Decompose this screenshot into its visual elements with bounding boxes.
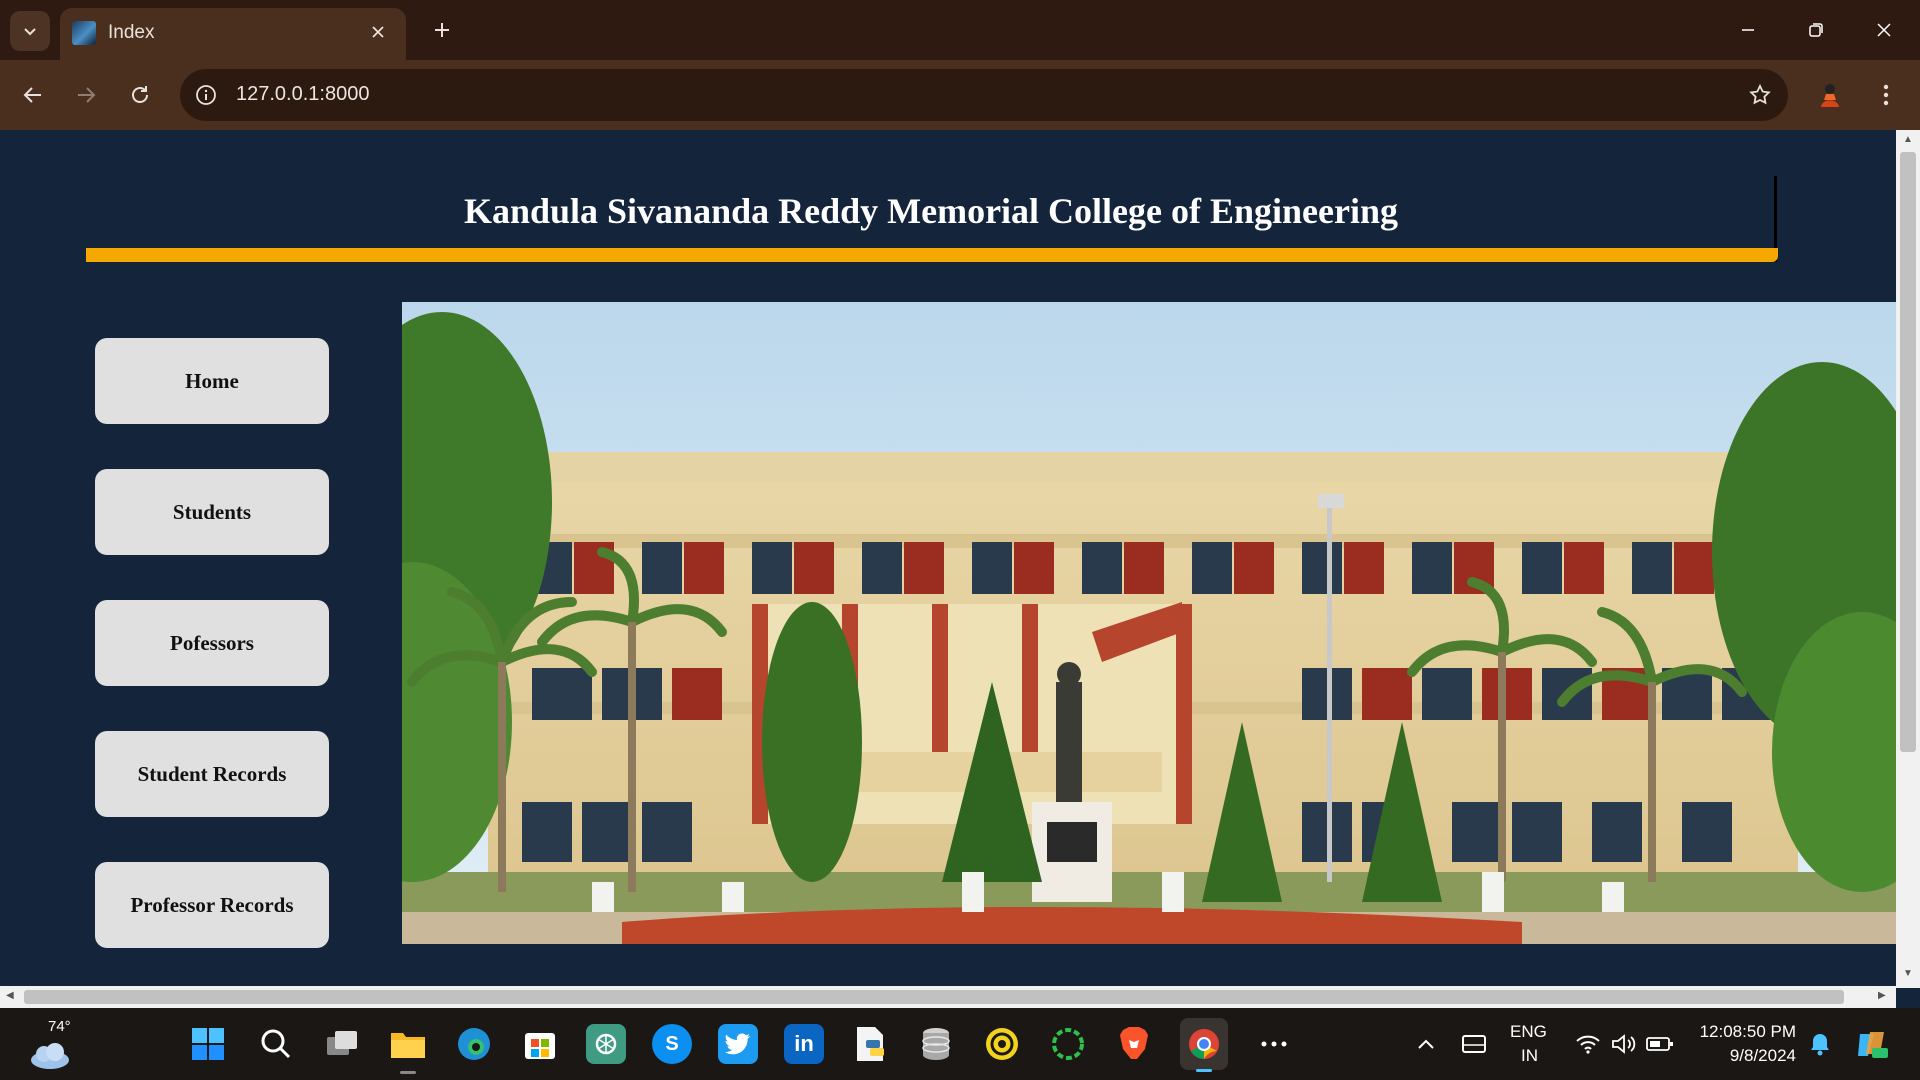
chevron-up-icon[interactable] (1406, 1024, 1446, 1064)
vertical-scrollbar[interactable]: ▲ ▼ (1896, 130, 1920, 988)
loading-circle-app-icon[interactable] (1048, 1024, 1088, 1064)
college-building-photo (402, 302, 1896, 944)
browser-menu-icon[interactable] (1868, 75, 1904, 115)
tab-search-button[interactable] (10, 11, 50, 51)
bookmark-star-icon[interactable] (1746, 81, 1774, 109)
clock-time[interactable]: 12:08:50 PM (1690, 1022, 1796, 1042)
close-window-button[interactable] (1862, 12, 1906, 48)
minimize-button[interactable] (1726, 12, 1770, 48)
skype-icon[interactable]: S (652, 1024, 692, 1064)
nav-professors-button[interactable]: Pofessors (95, 600, 329, 686)
python-file-icon[interactable] (850, 1024, 890, 1064)
active-indicator (1196, 1069, 1212, 1072)
restore-icon (1809, 23, 1823, 37)
address-bar[interactable]: 127.0.0.1:8000 (180, 69, 1788, 121)
nav-home-button[interactable]: Home (95, 338, 329, 424)
close-icon (372, 26, 384, 38)
scroll-down-arrow-icon[interactable]: ▼ (1903, 968, 1913, 979)
weather-widget[interactable]: 74° (26, 1018, 76, 1072)
plus-icon (435, 23, 449, 37)
more-apps-icon[interactable] (1254, 1024, 1294, 1064)
nav-student-records-button[interactable]: Student Records (95, 731, 329, 817)
back-button[interactable] (13, 75, 53, 115)
gear-app-icon[interactable] (982, 1024, 1022, 1064)
reload-button[interactable] (120, 75, 160, 115)
edge-browser-icon[interactable] (454, 1024, 494, 1064)
region-indicator[interactable]: IN (1521, 1046, 1538, 1066)
start-menu-icon[interactable] (188, 1024, 228, 1064)
running-indicator (400, 1071, 416, 1074)
url-text[interactable]: 127.0.0.1:8000 (236, 83, 369, 106)
tab-title: Index (108, 22, 155, 43)
task-view-icon[interactable] (322, 1024, 362, 1064)
college-building-image (402, 302, 1896, 944)
windows-taskbar: 74° S in ENG IN 12:08:50 PM 9/8/2024 (0, 1008, 1920, 1080)
weather-temp: 74° (48, 1018, 71, 1035)
arrow-left-icon (23, 87, 41, 103)
volume-icon[interactable] (1604, 1024, 1644, 1064)
new-tab-button[interactable] (424, 12, 460, 48)
microsoft-store-icon[interactable] (520, 1024, 560, 1064)
scroll-left-arrow-icon[interactable]: ◀ (6, 990, 14, 1001)
browser-tab-strip: Index (0, 0, 1920, 60)
copilot-icon[interactable] (1852, 1024, 1892, 1064)
site-info-icon[interactable] (194, 83, 218, 107)
brave-browser-icon[interactable] (1114, 1024, 1154, 1064)
keyboard-layout-icon[interactable] (1454, 1024, 1494, 1064)
search-icon[interactable] (256, 1024, 296, 1064)
chevron-down-icon (24, 28, 36, 36)
nav-professor-records-button[interactable]: Professor Records (95, 862, 329, 948)
battery-icon[interactable] (1640, 1024, 1680, 1064)
horizontal-scrollbar[interactable]: ◀ ▶ (0, 986, 1896, 1008)
nav-students-button[interactable]: Students (95, 469, 329, 555)
scroll-up-arrow-icon[interactable]: ▲ (1903, 134, 1913, 145)
clock-date[interactable]: 9/8/2024 (1690, 1046, 1796, 1066)
chrome-browser-icon[interactable] (1180, 1018, 1228, 1072)
minimize-icon (1742, 29, 1754, 31)
browser-toolbar: 127.0.0.1:8000 (0, 60, 1920, 130)
language-indicator[interactable]: ENG (1510, 1022, 1547, 1042)
profile-avatar-icon[interactable] (1810, 75, 1850, 115)
notification-bell-icon[interactable] (1800, 1024, 1840, 1064)
chatgpt-icon[interactable] (586, 1024, 626, 1064)
linkedin-icon[interactable]: in (784, 1024, 824, 1064)
horizontal-scroll-thumb[interactable] (24, 990, 1844, 1004)
twitter-icon[interactable] (718, 1024, 758, 1064)
browser-tab[interactable]: Index (60, 8, 406, 60)
cloud-icon (31, 1043, 69, 1069)
database-icon[interactable] (916, 1024, 956, 1064)
reload-icon (132, 86, 148, 103)
page-viewport: Kandula Sivananda Reddy Memorial College… (0, 130, 1920, 1008)
close-icon (1877, 23, 1891, 37)
vertical-scroll-thumb[interactable] (1900, 152, 1916, 752)
wifi-icon[interactable] (1568, 1024, 1608, 1064)
forward-button[interactable] (66, 75, 106, 115)
arrow-right-icon (78, 87, 96, 103)
tab-close-button[interactable] (364, 18, 392, 46)
header-accent-rule (86, 248, 1778, 262)
restore-button[interactable] (1794, 12, 1838, 48)
page-title: Kandula Sivananda Reddy Memorial College… (463, 191, 1399, 231)
scroll-right-arrow-icon[interactable]: ▶ (1878, 990, 1886, 1001)
file-explorer-icon[interactable] (388, 1024, 428, 1074)
favicon-icon (72, 21, 96, 45)
